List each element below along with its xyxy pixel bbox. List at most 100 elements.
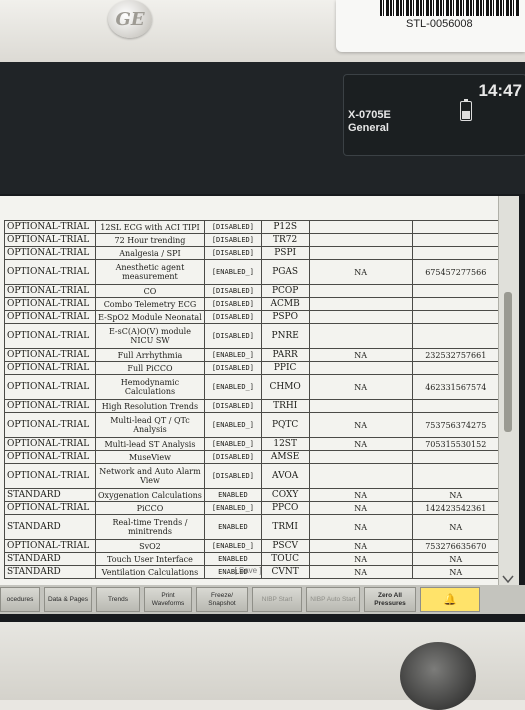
status-cell: [DISABLED] [204, 463, 262, 489]
code-cell: TRMI [260, 514, 310, 540]
expiry-cell: NA [308, 552, 413, 566]
alarm-bell-icon[interactable]: 🔔 [420, 587, 480, 612]
table-row: OPTIONAL-TRIAL E-sC(A)O(V) module NICU SW… [4, 323, 500, 349]
code-cell: P12S [260, 220, 310, 234]
battery-icon [460, 99, 472, 121]
key-cell [411, 297, 500, 311]
option-name-cell: Analgesia / SPI [94, 246, 206, 260]
table-row: OPTIONAL-TRIAL Full PiCCO [DISABLED] PPIC [4, 361, 500, 375]
key-cell [411, 284, 500, 298]
scroll-down-icon[interactable] [502, 574, 514, 584]
softkey-7[interactable]: NIBP Auto Start [306, 587, 360, 612]
license-type-cell: OPTIONAL-TRIAL [4, 374, 96, 400]
expiry-cell [308, 284, 413, 298]
table-row: OPTIONAL-TRIAL Anesthetic agent measureme… [4, 259, 500, 285]
license-type-cell: OPTIONAL-TRIAL [4, 246, 96, 260]
table-row: STANDARD Oxygenation Calculations ENABLED C… [4, 488, 500, 502]
status-cell: [DISABLED] [204, 399, 262, 413]
key-cell: 142423542361 [411, 501, 500, 515]
key-cell: NA [411, 514, 500, 540]
code-cell: ACMB [260, 297, 310, 311]
expiry-cell [308, 361, 413, 375]
softkey-8[interactable]: Zero All Pressures [364, 587, 416, 612]
table-row: OPTIONAL-TRIAL MuseView [DISABLED] AMSE [4, 450, 500, 464]
table-row: OPTIONAL-TRIAL High Resolution Trends [DIS… [4, 399, 500, 413]
ge-logo: GE [108, 0, 152, 38]
table-row: OPTIONAL-TRIAL Combo Telemetry ECG [DISABL… [4, 297, 500, 311]
status-cell: [DISABLED] [204, 323, 262, 349]
key-cell: 753756374275 [411, 412, 500, 438]
asset-tag: STL-0056008 [406, 18, 473, 30]
table-row: OPTIONAL-TRIAL E-SpO2 Module Neonatal [DIS… [4, 310, 500, 324]
key-cell [411, 246, 500, 260]
monitor-name: X-0705E [348, 109, 391, 121]
softkey-4[interactable]: Print Waveforms [144, 587, 192, 612]
option-name-cell: Real-time Trends / minitrends [94, 514, 206, 540]
status-cell: [ENABLED_] [204, 412, 262, 438]
table-row: STANDARD Real-time Trends / minitrends ENA… [4, 514, 500, 540]
status-cell: [ENABLED_] [204, 348, 262, 362]
softkey-1[interactable]: ocedures [0, 587, 40, 612]
expiry-cell: NA [308, 539, 413, 553]
key-cell [411, 361, 500, 375]
table-row: OPTIONAL-TRIAL SvO2 [ENABLED_] PSCV NA 753276… [4, 539, 500, 553]
code-cell: TOUC [260, 552, 310, 566]
status-cell: [DISABLED] [204, 284, 262, 298]
option-name-cell: High Resolution Trends [94, 399, 206, 413]
license-type-cell: OPTIONAL-TRIAL [4, 463, 96, 489]
expiry-cell: NA [308, 374, 413, 400]
status-cell: [DISABLED] [204, 233, 262, 247]
softkey-2[interactable]: Data & Pages [44, 587, 92, 612]
expiry-cell [308, 246, 413, 260]
status-cell: [DISABLED] [204, 297, 262, 311]
softkey-3[interactable]: Trends [96, 587, 140, 612]
table-row: OPTIONAL-TRIAL PiCCO [ENABLED_] PPCO NA 14242… [4, 501, 500, 515]
key-cell [411, 450, 500, 464]
code-cell: PNRE [260, 323, 310, 349]
table-row: OPTIONAL-TRIAL Network and Auto Alarm Vie… [4, 463, 500, 489]
option-name-cell: Hemodynamic Calculations [94, 374, 206, 400]
status-bar: X-0705E General 14:47 [0, 62, 525, 194]
softkey-5[interactable]: Freeze/ Snapshot [196, 587, 248, 612]
license-type-cell: STANDARD [4, 552, 96, 566]
expiry-cell: NA [308, 412, 413, 438]
expiry-cell: NA [308, 259, 413, 285]
scroll-thumb[interactable] [504, 292, 512, 432]
software-options-panel: OPTIONAL-TRIAL 12SL ECG with ACI TIPI [DIS… [0, 196, 519, 588]
license-type-cell: OPTIONAL-TRIAL [4, 233, 96, 247]
key-cell: 675457277566 [411, 259, 500, 285]
status-cell: [DISABLED] [204, 310, 262, 324]
expiry-cell [308, 297, 413, 311]
table-row: OPTIONAL-TRIAL Hemodynamic Calculations [E… [4, 374, 500, 400]
status-cell: ENABLED [204, 552, 262, 566]
option-name-cell: Oxygenation Calculations [94, 488, 206, 502]
softkey-6[interactable]: NIBP Start [252, 587, 302, 612]
expiry-cell [308, 399, 413, 413]
status-cell: [ENABLED_] [204, 501, 262, 515]
option-name-cell: 12SL ECG with ACI TIPI [94, 220, 206, 234]
key-cell [411, 399, 500, 413]
table-row: OPTIONAL-TRIAL CO [DISABLED] PCOP [4, 284, 500, 298]
license-type-cell: OPTIONAL-TRIAL [4, 348, 96, 362]
license-type-cell: OPTIONAL-TRIAL [4, 284, 96, 298]
key-cell [411, 220, 500, 234]
vertical-scrollbar[interactable] [498, 196, 519, 588]
license-type-cell: OPTIONAL-TRIAL [4, 437, 96, 451]
code-cell: PSCV [260, 539, 310, 553]
license-type-cell: OPTIONAL-TRIAL [4, 310, 96, 324]
key-cell: NA [411, 488, 500, 502]
key-cell: 232532757661 [411, 348, 500, 362]
license-type-cell: OPTIONAL-TRIAL [4, 501, 96, 515]
expiry-cell: NA [308, 348, 413, 362]
key-cell: NA [411, 552, 500, 566]
asset-label: STL-0056008 [336, 0, 525, 52]
key-cell: 705315530152 [411, 437, 500, 451]
save-button[interactable]: [ Save ] [0, 566, 496, 575]
option-name-cell: Multi-lead QT / QTc Analysis [94, 412, 206, 438]
status-cell: [ENABLED_] [204, 259, 262, 285]
key-cell [411, 323, 500, 349]
table-row: OPTIONAL-TRIAL 72 Hour trending [DISABLED]… [4, 233, 500, 247]
key-cell [411, 233, 500, 247]
key-cell: 462331567574 [411, 374, 500, 400]
code-cell: PCOP [260, 284, 310, 298]
